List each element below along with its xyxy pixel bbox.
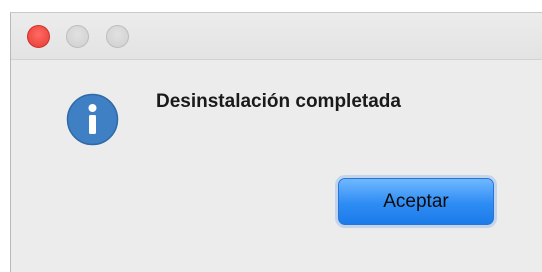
info-icon: [66, 93, 119, 146]
accept-button[interactable]: Aceptar: [338, 178, 494, 225]
title-bar[interactable]: [11, 13, 542, 60]
close-button[interactable]: [27, 25, 50, 48]
minimize-button[interactable]: [66, 25, 89, 48]
dialog-window: Desinstalación completada Aceptar: [10, 12, 542, 272]
dialog-message: Desinstalación completada: [156, 91, 401, 112]
zoom-button[interactable]: [106, 25, 129, 48]
